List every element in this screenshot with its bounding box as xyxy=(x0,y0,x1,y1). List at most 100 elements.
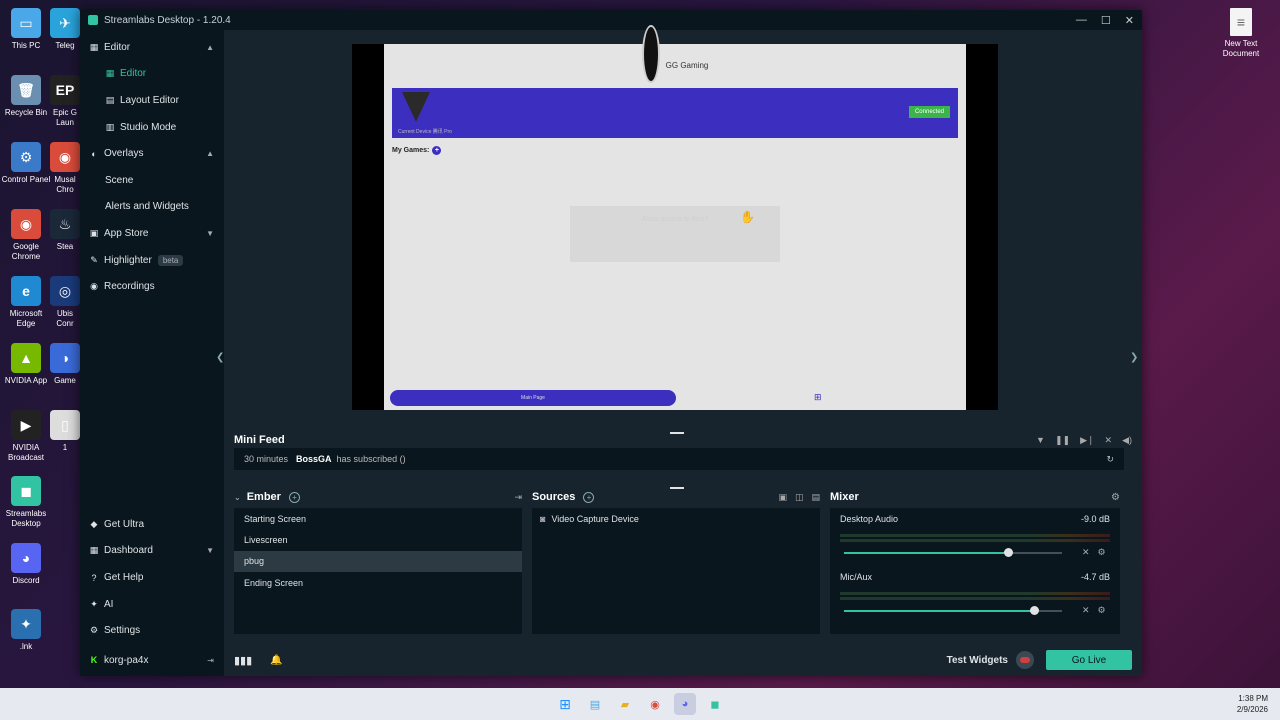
desktop-icon[interactable]: ◉ Musal Chro xyxy=(50,142,80,195)
desktop-icon[interactable]: ◉ Google Chrome xyxy=(0,209,52,262)
volume-slider[interactable] xyxy=(844,547,1062,557)
desktop-icon[interactable]: ▲ NVIDIA App xyxy=(0,343,52,386)
desktop-icon[interactable]: e Microsoft Edge xyxy=(0,276,52,329)
volume-meter xyxy=(840,534,1110,537)
chrome-icon[interactable]: ◉ xyxy=(644,693,666,715)
feed-user[interactable]: BossGA xyxy=(296,454,332,464)
desktop-icon-label: Musal Chro xyxy=(54,175,76,194)
sidebar-item-layout-editor[interactable]: ▤ Layout Editor xyxy=(80,87,224,114)
stream-preview[interactable]: GG Gaming Connected Current Device 腾讯 Pr… xyxy=(352,25,998,410)
desktop-icon[interactable]: ✦ .lnk xyxy=(0,609,52,652)
desktop-icon[interactable]: ◎ Ubis Conr xyxy=(50,276,80,329)
source-item[interactable]: ◙ Video Capture Device xyxy=(532,508,820,530)
sidebar-item-label: Overlays xyxy=(104,148,144,160)
notifications-icon[interactable]: 🔔 xyxy=(270,655,282,666)
desktop-icon-new-text-document[interactable]: ≡ New Text Document xyxy=(1214,8,1268,59)
volume-slider[interactable] xyxy=(844,605,1062,615)
add-scene-icon[interactable]: + xyxy=(288,491,300,503)
layout-icon: ▤ xyxy=(105,94,115,105)
sidebar-item-recordings[interactable]: ◉ Recordings xyxy=(80,273,224,300)
sidebar-item-editor[interactable]: ▦ Editor ▲ xyxy=(80,34,224,61)
streamlabs-taskbar-icon[interactable]: ◼ xyxy=(704,693,726,715)
desktop-icon[interactable]: ◕ Discord xyxy=(0,543,52,586)
sidebar-item-label: Get Ultra xyxy=(104,518,145,530)
maximize-button[interactable]: ☐ xyxy=(1101,14,1111,27)
channel-controls: ✕ ⚙ xyxy=(1082,605,1106,616)
record-button[interactable] xyxy=(1016,651,1034,669)
sidebar-item-app-store[interactable]: ▣ App Store ▼ xyxy=(80,220,224,247)
sidebar-item-scene[interactable]: Scene xyxy=(80,167,224,194)
gg-brand: GG Gaming xyxy=(665,60,709,70)
repeat-alert-icon[interactable]: ↻ xyxy=(1106,454,1114,465)
scene-transitions-icon[interactable]: ⇥ xyxy=(514,492,522,503)
sidebar-item-get-ultra[interactable]: ◆ Get Ultra xyxy=(80,511,224,538)
performance-icon[interactable]: ▮▮▮ xyxy=(234,654,252,667)
channel-settings-icon[interactable]: ⚙ xyxy=(1098,547,1106,558)
desktop-icon[interactable]: ◑ Game xyxy=(50,343,80,386)
start-icon[interactable]: ⊞ xyxy=(554,693,576,715)
volume-slider-knob[interactable] xyxy=(1029,605,1039,615)
desktop-icon[interactable]: EP Epic G Laun xyxy=(50,75,80,128)
filter-icon[interactable]: ▼ xyxy=(1036,435,1045,446)
desktop-icon[interactable]: ◼ Streamlabs Desktop xyxy=(0,476,52,529)
close-button[interactable]: ✕ xyxy=(1125,14,1134,27)
sidebar-item-settings[interactable]: ⚙ Settings xyxy=(80,617,224,644)
desktop-icon[interactable]: ▶ NVIDIA Broadcast xyxy=(0,410,52,463)
mixer-settings-icon[interactable]: ⚙ xyxy=(1111,492,1120,503)
google-chrome-icon: ◉ xyxy=(11,209,41,239)
system-clock[interactable]: 1:38 PM 2/9/2026 xyxy=(1237,693,1268,715)
chevron-up-icon[interactable]: ▲ xyxy=(206,149,214,158)
sidebar-item-alerts-and-widgets[interactable]: Alerts and Widgets xyxy=(80,194,224,221)
add-source-icon[interactable]: + xyxy=(583,491,595,503)
sidebar-item-ai[interactable]: ✦ AI xyxy=(80,591,224,618)
go-live-button[interactable]: Go Live xyxy=(1046,650,1132,670)
chevron-up-icon[interactable]: ▲ xyxy=(206,43,214,52)
sidebar-item-get-help[interactable]: ? Get Help xyxy=(80,564,224,591)
sidebar-item-highlighter[interactable]: ✎ Highlighter beta xyxy=(80,247,224,274)
mute-icon[interactable]: ✕ xyxy=(1082,547,1090,558)
source-group-icon[interactable]: ◫ xyxy=(795,492,804,503)
desktop-icon[interactable]: ▯ 1 xyxy=(50,410,80,453)
user-account[interactable]: Kkorg-pa4x ⇥ xyxy=(80,644,224,676)
desktop-icon[interactable]: ▭ This PC xyxy=(0,8,52,51)
desktop-icon[interactable]: ⚙ Control Panel xyxy=(0,142,52,185)
test-widgets-button[interactable]: Test Widgets xyxy=(947,655,1008,666)
volume-icon[interactable]: ◀) xyxy=(1122,435,1132,446)
widgets-icon[interactable]: ▤ xyxy=(584,693,606,715)
sidebar: ▦ Editor ▲ ▦ Editor ▤ Layout Editor ▥ Studio Mod… xyxy=(80,30,224,676)
desktop-icon[interactable]: 🗑 Recycle Bin xyxy=(0,75,52,118)
scene-item[interactable]: pbug xyxy=(234,550,522,572)
scene-item[interactable]: Starting Screen xyxy=(234,508,522,529)
collapse-left-icon[interactable]: ❮ xyxy=(216,352,224,363)
mixer-channel-header: Desktop Audio -9.0 dB xyxy=(840,514,1110,524)
volume-slider-knob[interactable] xyxy=(1003,547,1013,557)
device-banner: Connected Current Device 腾讯 Pro xyxy=(392,88,958,138)
minimize-button[interactable]: — xyxy=(1076,14,1087,27)
scene-item[interactable]: Livescreen xyxy=(234,529,522,550)
file-explorer-icon[interactable]: ▰ xyxy=(614,693,636,715)
skip-icon[interactable]: ▶❘ xyxy=(1080,435,1094,446)
channel-settings-icon[interactable]: ⚙ xyxy=(1098,605,1106,616)
channel-name: Mic/Aux xyxy=(840,572,873,582)
desktop-icon[interactable]: ♨ Stea xyxy=(50,209,80,252)
collapse-right-icon[interactable]: ❯ xyxy=(1130,352,1138,363)
mute-alerts-icon[interactable]: ✕ xyxy=(1105,435,1113,446)
sidebar-item-label: Scene xyxy=(105,174,134,186)
logout-icon[interactable]: ⇥ xyxy=(207,656,214,665)
pause-icon[interactable]: ❚❚ xyxy=(1055,435,1070,446)
source-selector-icon[interactable]: ▣ xyxy=(778,492,787,503)
scene-collection-title[interactable]: Ember xyxy=(247,491,281,503)
folder-icon[interactable]: ▤ xyxy=(811,492,820,503)
chevron-down-icon[interactable]: ▼ xyxy=(206,229,214,238)
username: korg-pa4x xyxy=(104,654,149,666)
mute-icon[interactable]: ✕ xyxy=(1082,605,1090,616)
sidebar-item-studio-mode[interactable]: ▥ Studio Mode xyxy=(80,114,224,141)
streamlabs-desktop-icon: ◼ xyxy=(11,476,41,506)
chevron-down-icon[interactable]: ▼ xyxy=(206,546,214,555)
discord-taskbar-icon[interactable]: ◕ xyxy=(674,693,696,715)
scene-item[interactable]: Ending Screen xyxy=(234,572,522,593)
sidebar-item-editor[interactable]: ▦ Editor xyxy=(80,61,224,88)
desktop-icon[interactable]: ✈ Teleg xyxy=(50,8,80,51)
sidebar-item-dashboard[interactable]: ▦ Dashboard ▼ xyxy=(80,538,224,565)
sidebar-item-overlays[interactable]: ◐ Overlays ▲ xyxy=(80,140,224,167)
